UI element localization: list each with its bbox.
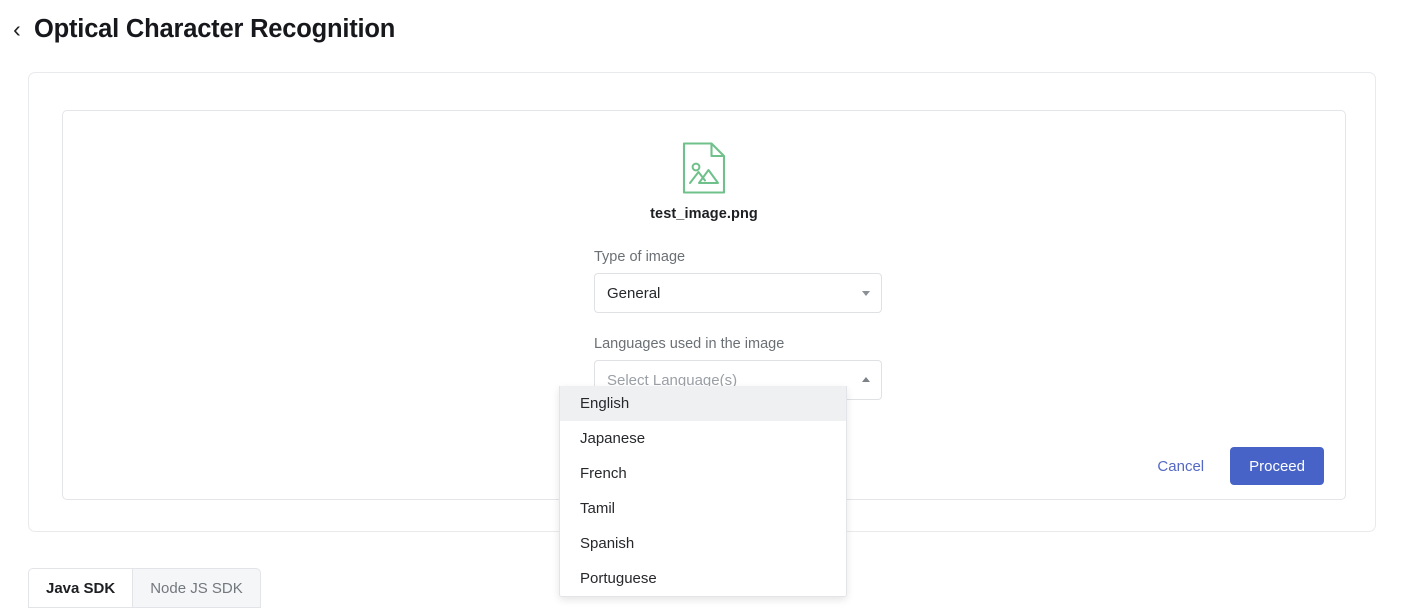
languages-option[interactable]: Spanish	[560, 526, 846, 561]
type-of-image-label: Type of image	[594, 249, 686, 265]
languages-option[interactable]: Tamil	[560, 491, 846, 526]
file-name: test_image.png	[650, 206, 758, 222]
proceed-button[interactable]: Proceed	[1230, 447, 1324, 485]
type-of-image-field: Type of image General	[594, 248, 882, 313]
languages-label: Languages used in the image	[594, 336, 785, 352]
languages-option[interactable]: English	[560, 386, 846, 421]
file-preview: test_image.png	[63, 141, 1345, 222]
type-of-image-select[interactable]: General	[594, 273, 882, 313]
sdk-tab[interactable]: Java SDK	[28, 568, 133, 608]
image-file-icon	[682, 142, 726, 194]
type-of-image-value: General	[607, 284, 661, 302]
languages-dropdown-list[interactable]: English Japanese French Tamil Spanish Portugu…	[559, 386, 847, 597]
languages-option[interactable]: French	[560, 456, 846, 491]
chevron-left-icon[interactable]: ‹	[4, 14, 30, 44]
page-title: Optical Character Recognition	[34, 14, 396, 43]
cancel-button[interactable]: Cancel	[1155, 452, 1206, 481]
action-row: Cancel Proceed	[1155, 447, 1324, 485]
sdk-tab[interactable]: Node JS SDK	[132, 568, 261, 608]
ocr-options-form: Type of image General Languages used in …	[594, 248, 882, 400]
languages-option[interactable]: Japanese	[560, 421, 846, 456]
sdk-tabs: Java SDK Node JS SDK	[28, 568, 261, 608]
languages-option[interactable]: Portuguese	[560, 561, 846, 596]
chevron-down-icon	[862, 291, 870, 296]
chevron-up-icon	[862, 377, 870, 382]
page-header: ‹ Optical Character Recognition	[0, 0, 395, 58]
